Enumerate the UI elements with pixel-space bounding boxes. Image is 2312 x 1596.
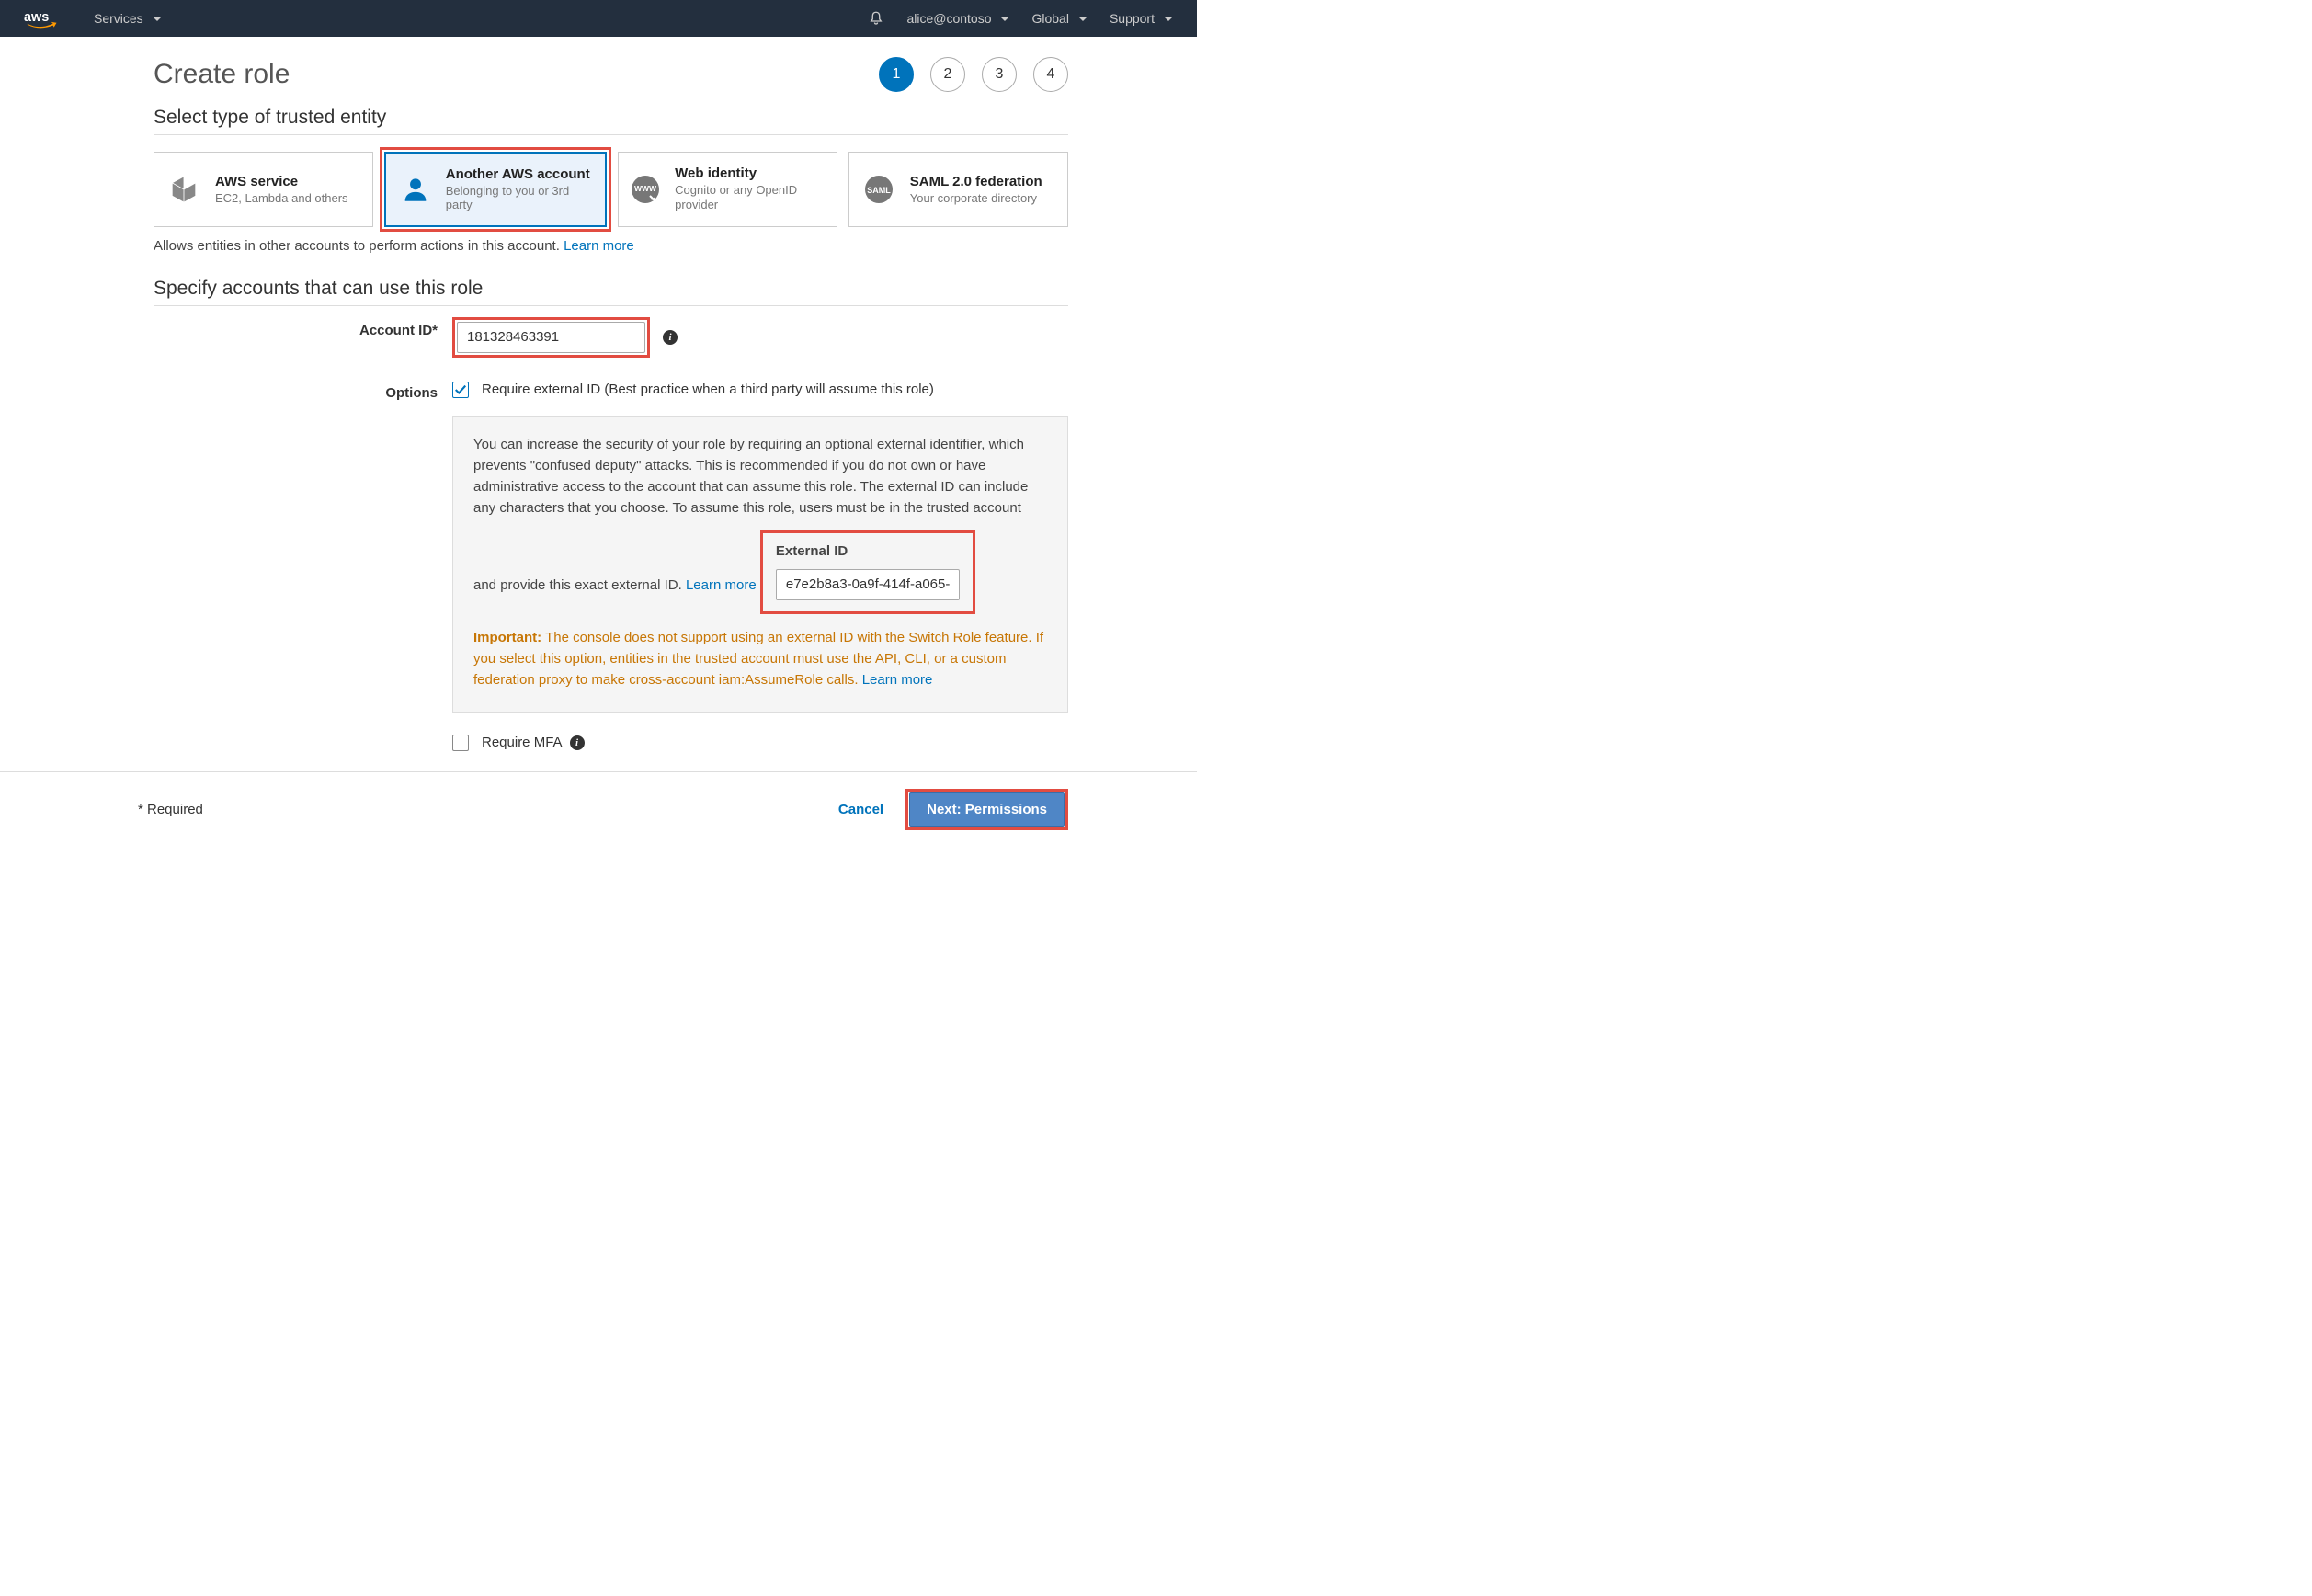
bell-icon[interactable] <box>868 10 884 27</box>
external-id-input[interactable] <box>776 569 960 600</box>
account-menu[interactable]: alice@contoso <box>906 11 1009 26</box>
footer-bar: * Required Cancel Next: Permissions <box>0 771 1197 847</box>
important-text: The console does not support using an ex… <box>473 630 1043 689</box>
required-note: * Required <box>138 802 203 817</box>
step-3[interactable]: 3 <box>982 57 1017 92</box>
step-4[interactable]: 4 <box>1033 57 1068 92</box>
svg-text:aws: aws <box>24 10 49 25</box>
svg-text:WWW: WWW <box>634 184 657 193</box>
external-id-label: External ID <box>776 541 960 562</box>
account-id-label: Account ID* <box>154 317 452 338</box>
chevron-down-icon <box>1000 17 1009 21</box>
step-2[interactable]: 2 <box>930 57 965 92</box>
card-sub: Cognito or any OpenID provider <box>675 183 826 213</box>
services-label: Services <box>94 11 143 26</box>
svg-text:SAML: SAML <box>867 186 891 195</box>
card-title: Another AWS account <box>446 166 594 182</box>
wizard-steps: 1 2 3 4 <box>879 57 1068 92</box>
important-label: Important: <box>473 630 541 645</box>
require-mfa-label: Require MFA <box>482 735 563 750</box>
card-sub: Belonging to you or 3rd party <box>446 184 594 211</box>
region-menu[interactable]: Global <box>1031 11 1087 26</box>
row-options: Options Require external ID (Best practi… <box>154 380 1068 751</box>
page-title: Create role <box>154 59 290 90</box>
user-label: alice@contoso <box>906 11 991 26</box>
info-icon[interactable]: i <box>663 330 678 345</box>
next-button-highlight: Next: Permissions <box>905 789 1068 830</box>
cancel-button[interactable]: Cancel <box>838 802 883 817</box>
account-id-input[interactable] <box>457 322 645 353</box>
card-web-identity[interactable]: WWW Web identity Cognito or any OpenID p… <box>618 152 837 227</box>
support-menu[interactable]: Support <box>1110 11 1173 26</box>
chevron-down-icon <box>1164 17 1173 21</box>
card-saml[interactable]: SAML SAML 2.0 federation Your corporate … <box>848 152 1068 227</box>
region-label: Global <box>1031 11 1068 26</box>
require-external-id-label: Require external ID (Best practice when … <box>482 382 934 397</box>
options-label: Options <box>154 380 452 401</box>
external-id-highlight: External ID <box>760 530 975 614</box>
section-trusted-title: Select type of trusted entity <box>154 107 1068 129</box>
aws-logo[interactable]: aws <box>24 8 68 28</box>
services-menu[interactable]: Services <box>94 11 162 26</box>
card-sub: EC2, Lambda and others <box>215 191 348 205</box>
card-title: AWS service <box>215 174 348 189</box>
person-icon <box>397 174 433 205</box>
section-specify-title: Specify accounts that can use this role <box>154 278 1068 300</box>
learn-more-link[interactable]: Learn more <box>564 238 634 254</box>
trusted-desc-text: Allows entities in other accounts to per… <box>154 238 564 254</box>
chevron-down-icon <box>153 17 162 21</box>
www-icon: WWW <box>630 174 663 205</box>
card-aws-service[interactable]: AWS service EC2, Lambda and others <box>154 152 373 227</box>
trusted-description: Allows entities in other accounts to per… <box>154 238 1068 254</box>
ext-learn-more-link[interactable]: Learn more <box>686 576 757 592</box>
require-external-id-checkbox[interactable] <box>452 382 469 398</box>
next-permissions-button[interactable]: Next: Permissions <box>909 792 1065 826</box>
info-icon[interactable]: i <box>570 735 585 750</box>
support-label: Support <box>1110 11 1155 26</box>
saml-icon: SAML <box>860 174 897 205</box>
important-learn-more-link[interactable]: Learn more <box>862 672 933 688</box>
important-note: Important: The console does not support … <box>473 627 1047 691</box>
external-id-panel: You can increase the security of your ro… <box>452 416 1068 712</box>
chevron-down-icon <box>1078 17 1088 21</box>
card-title: SAML 2.0 federation <box>910 174 1042 189</box>
cube-icon <box>165 174 202 205</box>
top-nav: aws Services alice@contoso Global Suppor… <box>0 0 1197 37</box>
card-title: Web identity <box>675 165 826 181</box>
card-sub: Your corporate directory <box>910 191 1042 205</box>
page-body: Create role 1 2 3 4 Select type of trust… <box>0 37 1197 771</box>
card-another-account[interactable]: Another AWS account Belonging to you or … <box>384 152 606 227</box>
row-account-id: Account ID* i <box>154 317 1068 358</box>
entity-cards: AWS service EC2, Lambda and others Anoth… <box>154 152 1068 227</box>
require-mfa-checkbox[interactable] <box>452 735 469 751</box>
account-id-highlight <box>452 317 650 358</box>
step-1[interactable]: 1 <box>879 57 914 92</box>
